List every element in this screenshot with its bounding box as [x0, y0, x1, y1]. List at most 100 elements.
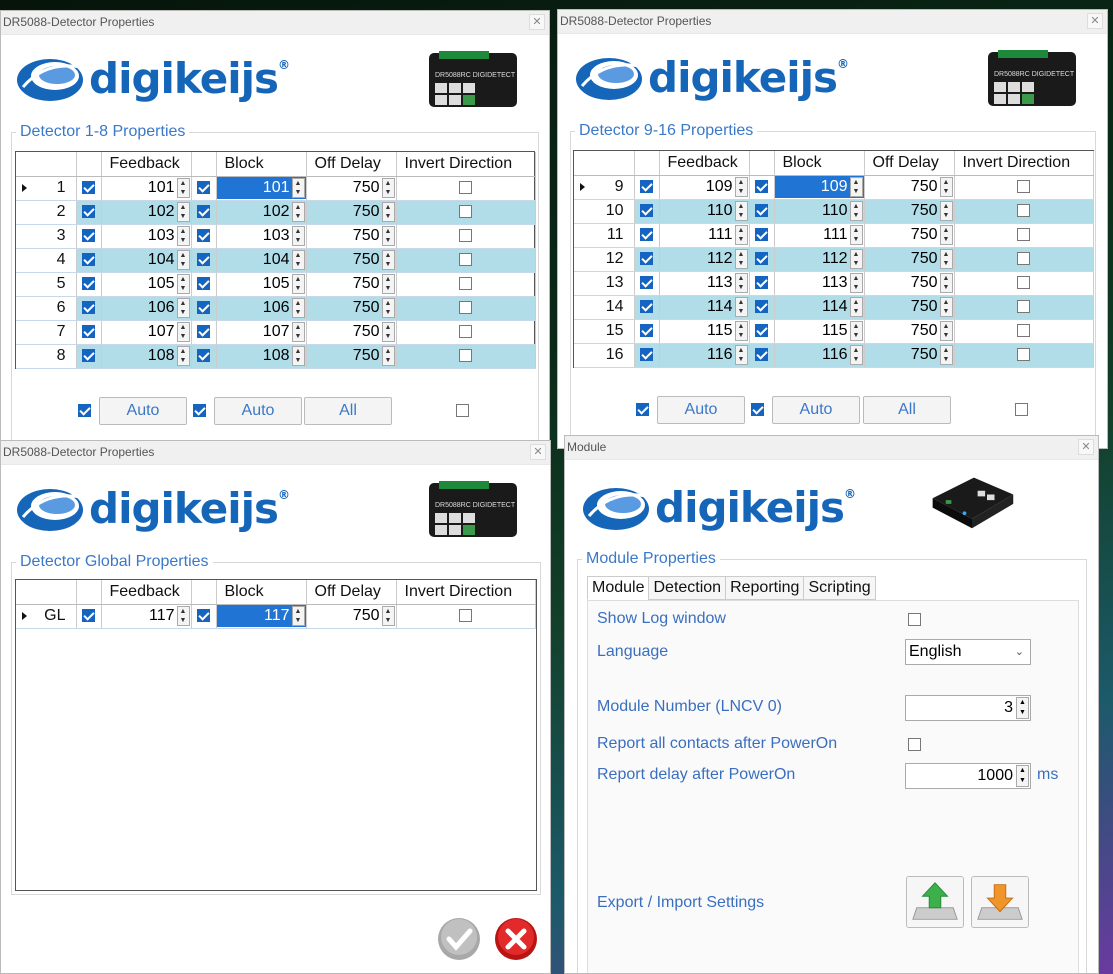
- spinner-arrows-icon[interactable]: ▲ ▼: [381, 250, 395, 270]
- feedback-stepper[interactable]: 112 ▲ ▼: [660, 248, 749, 270]
- table-row[interactable]: 13 113 ▲ ▼ 113 ▲ ▼ 750 ▲ ▼: [574, 271, 1094, 296]
- feedback-stepper[interactable]: 104 ▲ ▼: [102, 249, 191, 271]
- spinner-arrows-icon[interactable]: ▲ ▼: [734, 297, 748, 317]
- block-enabled-checkbox[interactable]: [755, 348, 768, 362]
- feedback-enabled-checkbox[interactable]: [640, 228, 653, 242]
- block-stepper[interactable]: 108 ▲ ▼: [217, 345, 306, 367]
- feedback-stepper[interactable]: 109 ▲ ▼: [660, 176, 749, 198]
- feedback-stepper[interactable]: 108 ▲ ▼: [102, 345, 191, 367]
- block-stepper[interactable]: 114 ▲ ▼: [775, 296, 864, 318]
- invert-direction-checkbox[interactable]: [1017, 324, 1031, 338]
- spinner-arrows-icon[interactable]: ▲ ▼: [939, 225, 953, 245]
- spinner-arrows-icon[interactable]: ▲ ▼: [291, 298, 305, 318]
- block-stepper[interactable]: 112 ▲ ▼: [775, 248, 864, 270]
- table-row[interactable]: 14 114 ▲ ▼ 114 ▲ ▼ 750 ▲ ▼: [574, 295, 1094, 320]
- import-download-icon[interactable]: [971, 876, 1029, 928]
- cancel-x-icon[interactable]: [494, 917, 538, 961]
- show-log-checkbox[interactable]: [908, 613, 921, 626]
- feedback-auto-button[interactable]: Auto: [657, 396, 745, 424]
- invert-direction-checkbox[interactable]: [1017, 228, 1031, 242]
- table-row[interactable]: 6 106 ▲ ▼ 106 ▲ ▼ 750 ▲ ▼: [16, 296, 536, 321]
- block-auto-checkbox[interactable]: [751, 403, 764, 416]
- off-delay-stepper[interactable]: 750 ▲ ▼: [865, 272, 954, 294]
- table-row[interactable]: GL 117 ▲ ▼ 117 ▲ ▼ 750 ▲ ▼: [16, 604, 536, 629]
- spinner-arrows-icon[interactable]: ▲ ▼: [734, 273, 748, 293]
- spinner-arrows-icon[interactable]: ▲ ▼: [381, 606, 395, 626]
- off-delay-stepper[interactable]: 750 ▲ ▼: [307, 297, 396, 319]
- block-stepper[interactable]: 105 ▲ ▼: [217, 273, 306, 295]
- table-row[interactable]: 11 111 ▲ ▼ 111 ▲ ▼ 750 ▲ ▼: [574, 223, 1094, 248]
- block-stepper[interactable]: 109 ▲ ▼: [774, 176, 864, 198]
- off-delay-stepper[interactable]: 750 ▲ ▼: [307, 249, 396, 271]
- spinner-arrows-icon[interactable]: ▲ ▼: [1016, 765, 1029, 787]
- block-enabled-checkbox[interactable]: [755, 204, 768, 218]
- invert-direction-checkbox[interactable]: [459, 349, 473, 363]
- block-enabled-checkbox[interactable]: [197, 349, 210, 363]
- feedback-stepper[interactable]: 105 ▲ ▼: [102, 273, 191, 295]
- spinner-arrows-icon[interactable]: ▲ ▼: [176, 322, 190, 342]
- invert-direction-checkbox[interactable]: [1017, 180, 1031, 194]
- table-row[interactable]: 3 103 ▲ ▼ 103 ▲ ▼ 750 ▲ ▼: [16, 224, 536, 249]
- table-row[interactable]: 15 115 ▲ ▼ 115 ▲ ▼ 750 ▲ ▼: [574, 319, 1094, 344]
- block-enabled-checkbox[interactable]: [197, 609, 210, 623]
- invert-direction-checkbox[interactable]: [459, 609, 473, 623]
- block-stepper[interactable]: 115 ▲ ▼: [775, 320, 864, 342]
- invert-direction-checkbox[interactable]: [459, 229, 473, 243]
- block-enabled-checkbox[interactable]: [755, 252, 768, 266]
- tab-module[interactable]: Module: [587, 576, 650, 600]
- spinner-arrows-icon[interactable]: ▲ ▼: [939, 321, 953, 341]
- feedback-enabled-checkbox[interactable]: [640, 324, 653, 338]
- invert-all-checkbox[interactable]: [1015, 403, 1028, 416]
- feedback-auto-button[interactable]: Auto: [99, 397, 187, 425]
- spinner-arrows-icon[interactable]: ▲ ▼: [939, 273, 953, 293]
- feedback-enabled-checkbox[interactable]: [82, 301, 95, 315]
- spinner-arrows-icon[interactable]: ▲ ▼: [381, 274, 395, 294]
- table-row[interactable]: 1 101 ▲ ▼ 101 ▲ ▼ 750 ▲ ▼: [16, 176, 536, 201]
- spinner-arrows-icon[interactable]: ▲ ▼: [939, 249, 953, 269]
- spinner-arrows-icon[interactable]: ▲ ▼: [176, 250, 190, 270]
- ok-checkmark-icon[interactable]: [437, 917, 481, 961]
- spinner-arrows-icon[interactable]: ▲ ▼: [734, 201, 748, 221]
- block-enabled-checkbox[interactable]: [755, 180, 768, 194]
- spinner-arrows-icon[interactable]: ▲ ▼: [734, 345, 748, 365]
- feedback-enabled-checkbox[interactable]: [82, 277, 95, 291]
- invert-direction-checkbox[interactable]: [459, 325, 473, 339]
- block-enabled-checkbox[interactable]: [755, 324, 768, 338]
- feedback-stepper[interactable]: 106 ▲ ▼: [102, 297, 191, 319]
- spinner-arrows-icon[interactable]: ▲ ▼: [849, 345, 863, 365]
- spinner-arrows-icon[interactable]: ▲ ▼: [381, 226, 395, 246]
- off-delay-stepper[interactable]: 750 ▲ ▼: [307, 345, 396, 367]
- block-stepper[interactable]: 102 ▲ ▼: [217, 201, 306, 223]
- feedback-stepper[interactable]: 114 ▲ ▼: [660, 296, 749, 318]
- spinner-arrows-icon[interactable]: ▲ ▼: [849, 201, 863, 221]
- spinner-arrows-icon[interactable]: ▲ ▼: [734, 225, 748, 245]
- block-auto-checkbox[interactable]: [193, 404, 206, 417]
- table-row[interactable]: 16 116 ▲ ▼ 116 ▲ ▼ 750 ▲ ▼: [574, 343, 1094, 368]
- language-select[interactable]: English ⌄: [905, 639, 1031, 665]
- feedback-enabled-checkbox[interactable]: [82, 253, 95, 267]
- tab-scripting[interactable]: Scripting: [803, 576, 876, 600]
- invert-direction-checkbox[interactable]: [459, 277, 473, 291]
- close-icon[interactable]: ✕: [1078, 439, 1094, 455]
- close-icon[interactable]: ✕: [1087, 13, 1103, 29]
- table-row[interactable]: 4 104 ▲ ▼ 104 ▲ ▼ 750 ▲ ▼: [16, 248, 536, 273]
- feedback-stepper[interactable]: 116 ▲ ▼: [660, 344, 749, 366]
- feedback-enabled-checkbox[interactable]: [640, 252, 653, 266]
- spinner-arrows-icon[interactable]: ▲ ▼: [381, 298, 395, 318]
- spinner-arrows-icon[interactable]: ▲ ▼: [734, 177, 748, 197]
- spinner-arrows-icon[interactable]: ▲ ▼: [176, 226, 190, 246]
- close-icon[interactable]: ✕: [529, 14, 545, 30]
- invert-direction-checkbox[interactable]: [459, 181, 473, 195]
- block-enabled-checkbox[interactable]: [755, 228, 768, 242]
- feedback-enabled-checkbox[interactable]: [640, 180, 653, 194]
- spinner-arrows-icon[interactable]: ▲ ▼: [291, 346, 305, 366]
- off-delay-all-button[interactable]: All: [304, 397, 392, 425]
- block-stepper[interactable]: 107 ▲ ▼: [217, 321, 306, 343]
- tab-detection[interactable]: Detection: [648, 576, 727, 600]
- spinner-arrows-icon[interactable]: ▲ ▼: [849, 297, 863, 317]
- block-stepper[interactable]: 106 ▲ ▼: [217, 297, 306, 319]
- spinner-arrows-icon[interactable]: ▲ ▼: [849, 177, 863, 197]
- feedback-stepper[interactable]: 102 ▲ ▼: [102, 201, 191, 223]
- feedback-enabled-checkbox[interactable]: [640, 348, 653, 362]
- spinner-arrows-icon[interactable]: ▲ ▼: [291, 226, 305, 246]
